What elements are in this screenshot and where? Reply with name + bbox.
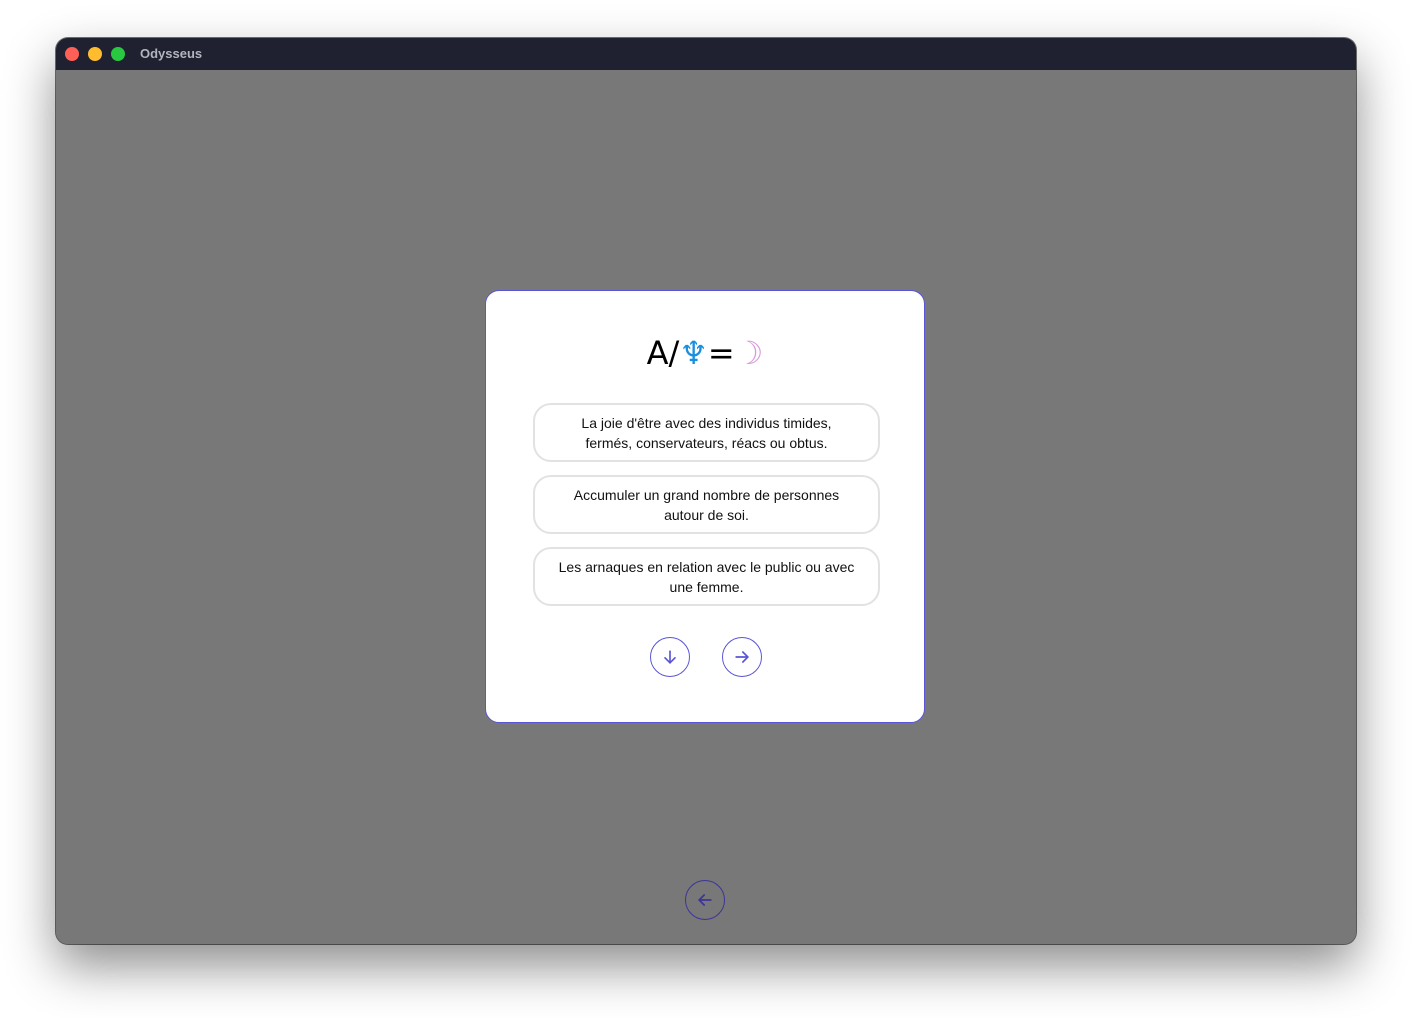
- formula-prefix: A/: [646, 334, 680, 372]
- main-content: A/♆=☽ La joie d'être avec des individus …: [56, 70, 1356, 944]
- answer-option-3[interactable]: Les arnaques en relation avec le public …: [533, 547, 880, 606]
- answer-option-2[interactable]: Accumuler un grand nombre de personnes a…: [533, 475, 880, 534]
- answer-option-text: Accumuler un grand nombre de personnes a…: [573, 486, 840, 523]
- answer-option-text: La joie d'être avec des individus timide…: [581, 414, 832, 451]
- close-window-button[interactable]: [65, 47, 79, 61]
- question-card: A/♆=☽ La joie d'être avec des individus …: [485, 290, 925, 723]
- answer-option-text: Les arnaques en relation avec le public …: [558, 558, 855, 595]
- neptune-symbol: ♆: [679, 334, 708, 372]
- window-title: Odysseus: [140, 46, 203, 61]
- minimize-window-button[interactable]: [88, 47, 102, 61]
- back-button[interactable]: [685, 880, 725, 920]
- answer-option-1[interactable]: La joie d'être avec des individus timide…: [533, 403, 880, 462]
- formula-operator: =: [707, 334, 735, 372]
- moon-symbol: ☽: [734, 334, 764, 372]
- app-window: Odysseus A/♆=☽ La joie d'être avec des i…: [56, 38, 1356, 944]
- down-button[interactable]: [650, 637, 690, 677]
- arrow-down-icon: [664, 650, 676, 664]
- arrow-right-icon: [735, 651, 749, 663]
- arrow-left-icon: [698, 894, 712, 906]
- maximize-window-button[interactable]: [111, 47, 125, 61]
- astro-formula: A/♆=☽: [486, 331, 924, 375]
- next-button[interactable]: [722, 637, 762, 677]
- title-bar[interactable]: Odysseus: [56, 38, 1356, 70]
